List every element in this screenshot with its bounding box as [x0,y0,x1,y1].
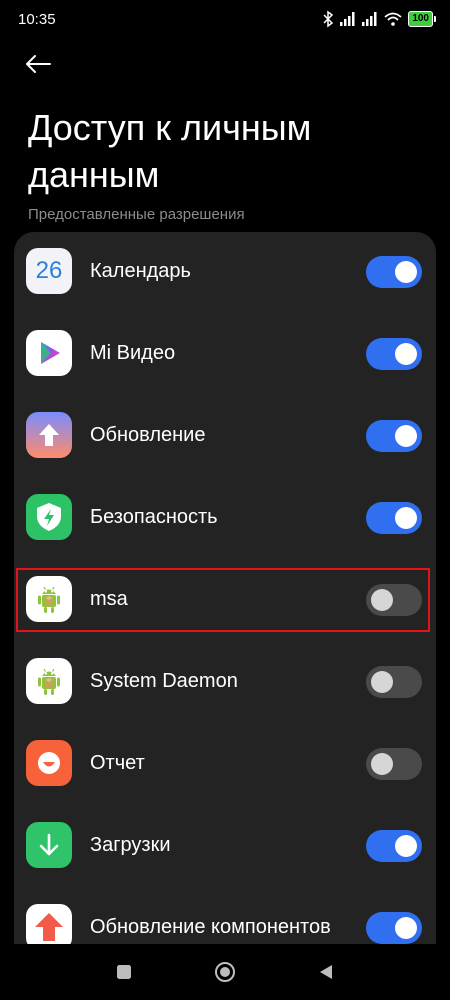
app-name: Обновление компонентов [90,916,331,938]
permission-toggle[interactable] [366,666,422,698]
app-name: Отчет [90,752,145,774]
navigation-bar [0,944,450,1000]
permission-toggle[interactable] [366,338,422,370]
status-icons: 100 [322,10,436,28]
battery-tip [434,16,436,22]
toggle-knob [395,261,417,283]
permission-row-system-daemon[interactable]: System Daemon [14,642,436,724]
permission-row-mi-video[interactable]: Mi Видео [14,314,436,396]
smiley-icon [38,752,60,774]
calendar-icon-date: 26 [35,257,63,284]
section-label: Предоставленные разрешения [28,206,245,223]
update-icon [26,412,72,458]
shield-icon [37,503,61,531]
app-name: Mi Видео [90,342,176,364]
report-icon [26,740,72,786]
up-arrow-icon [35,913,63,941]
home-button[interactable] [213,960,237,984]
up-arrow-icon [39,424,59,446]
permission-toggle[interactable] [366,420,422,452]
permission-row-report[interactable]: Отчет [14,724,436,806]
play-icon [41,342,60,364]
back-arrow-icon [26,55,51,73]
battery-level: 100 [408,11,433,27]
toggle-knob [395,425,417,447]
app-name: Загрузки [90,834,171,856]
square-icon [117,965,131,979]
permission-row-msa[interactable]: msa [14,560,436,642]
wifi-icon [384,12,402,26]
mi-video-icon [26,330,72,376]
permission-toggle[interactable] [366,830,422,862]
signal-icon [362,12,377,26]
triangle-left-icon [320,965,332,979]
permissions-card: 26 Календарь Mi Видео Обновление Безопас… [14,232,436,962]
back-nav-button[interactable] [314,960,338,984]
toggle-knob [371,671,393,693]
status-time: 10:35 [18,11,56,28]
downloads-icon [26,822,72,868]
calendar-icon: 26 [26,248,72,294]
app-name: Календарь [90,260,191,282]
permission-row-downloads[interactable]: Загрузки [14,806,436,888]
toggle-knob [371,753,393,775]
status-bar: 10:35 100 [0,0,450,40]
app-name: System Daemon [90,670,238,692]
permission-toggle[interactable] [366,256,422,288]
toggle-knob [395,343,417,365]
toggle-knob [371,589,393,611]
app-name: Обновление [90,424,206,446]
app-name: Безопасность [90,506,218,528]
signal-icon [340,12,355,26]
permission-toggle[interactable] [366,502,422,534]
permission-row-security[interactable]: Безопасность [14,478,436,560]
android-icon [26,576,72,622]
down-arrow-icon [39,833,59,856]
battery-icon: 100 [408,11,436,27]
toggle-knob [395,835,417,857]
permission-toggle[interactable] [366,748,422,780]
android-robot-icon [38,668,60,695]
android-robot-icon [38,586,60,613]
back-button[interactable] [24,46,64,82]
permission-toggle[interactable] [366,912,422,944]
permission-row-calendar[interactable]: 26 Календарь [14,232,436,314]
android-icon [26,658,72,704]
app-name: msa [90,588,128,610]
toggle-knob [395,917,417,939]
page-title: Доступ к личным данным [28,107,312,195]
bluetooth-icon [323,10,334,28]
toggle-knob [395,507,417,529]
permission-row-update[interactable]: Обновление [14,396,436,478]
security-icon [26,494,72,540]
permission-toggle[interactable] [366,584,422,616]
recents-button[interactable] [112,960,136,984]
circle-icon [215,962,235,982]
